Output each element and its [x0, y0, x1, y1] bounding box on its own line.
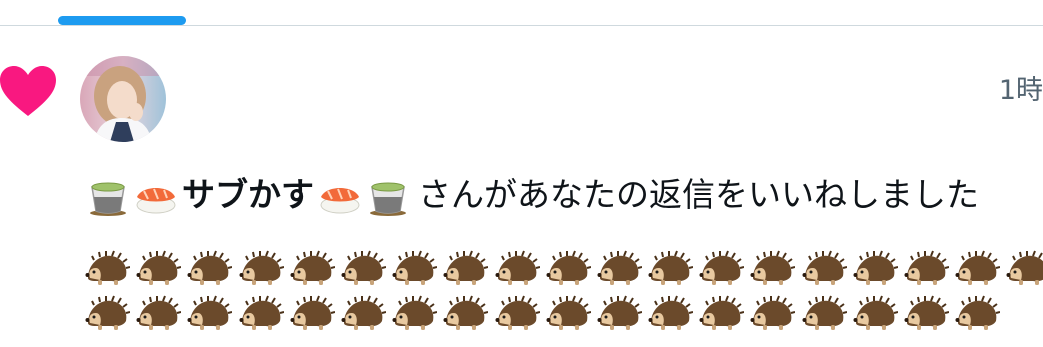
hedgehog-emoji [442, 293, 489, 333]
reply-preview-row-2 [84, 293, 1005, 333]
hedgehog-emoji [801, 248, 847, 288]
hedgehog-emoji [749, 248, 796, 288]
hedgehog-emoji [238, 248, 284, 288]
hedgehog-emoji [647, 248, 694, 288]
hedgehog-emoji [545, 293, 591, 333]
hedgehog-emoji [391, 248, 438, 288]
active-tab-indicator [58, 16, 186, 25]
hedgehog-emoji [647, 293, 694, 333]
hedgehog-emoji [494, 248, 540, 288]
sushi-emoji [320, 188, 360, 214]
hedgehog-emoji [186, 248, 233, 288]
reply-preview-row-1 [84, 248, 1043, 288]
green-tea-emoji [90, 182, 126, 216]
sushi-emoji [136, 188, 176, 214]
hedgehog-emoji [391, 293, 438, 333]
timestamp[interactable]: 1時 [999, 68, 1043, 107]
hedgehog-emoji [698, 293, 745, 333]
hedgehog-emoji [954, 248, 1001, 288]
hedgehog-emoji [442, 248, 489, 288]
green-tea-emoji [370, 182, 406, 216]
hedgehog-emoji [852, 248, 899, 288]
hedgehog-emoji [289, 248, 335, 288]
hedgehog-emoji [84, 293, 131, 333]
hedgehog-emoji [340, 248, 387, 288]
hedgehog-emoji [135, 293, 182, 333]
hedgehog-emoji [186, 293, 233, 333]
hedgehog-emoji [135, 248, 182, 288]
hedgehog-emoji [801, 293, 847, 333]
tab-divider [0, 25, 1043, 26]
hedgehog-emoji [903, 248, 950, 288]
hedgehog-emoji [289, 293, 335, 333]
hedgehog-emoji [698, 248, 745, 288]
hedgehog-emoji [1005, 248, 1043, 288]
hedgehog-emoji [340, 293, 387, 333]
hedgehog-emoji [903, 293, 950, 333]
hedgehog-emoji [596, 293, 643, 333]
hedgehog-emoji [545, 248, 591, 288]
hedgehog-emoji [749, 293, 796, 333]
notification-text: サブかす さんがあなたの返信をいいねしました [86, 170, 979, 220]
hedgehog-emoji [852, 293, 899, 333]
hedgehog-emoji [954, 293, 1001, 333]
hedgehog-emoji [238, 293, 284, 333]
hedgehog-emoji [494, 293, 540, 333]
notification-action-text: さんがあなたの返信をいいねしました [418, 175, 979, 214]
heart-icon [0, 66, 56, 116]
user-avatar[interactable] [80, 56, 166, 142]
hedgehog-emoji [596, 248, 643, 288]
hedgehog-emoji [84, 248, 131, 288]
user-display-name[interactable]: サブかす [182, 170, 314, 220]
